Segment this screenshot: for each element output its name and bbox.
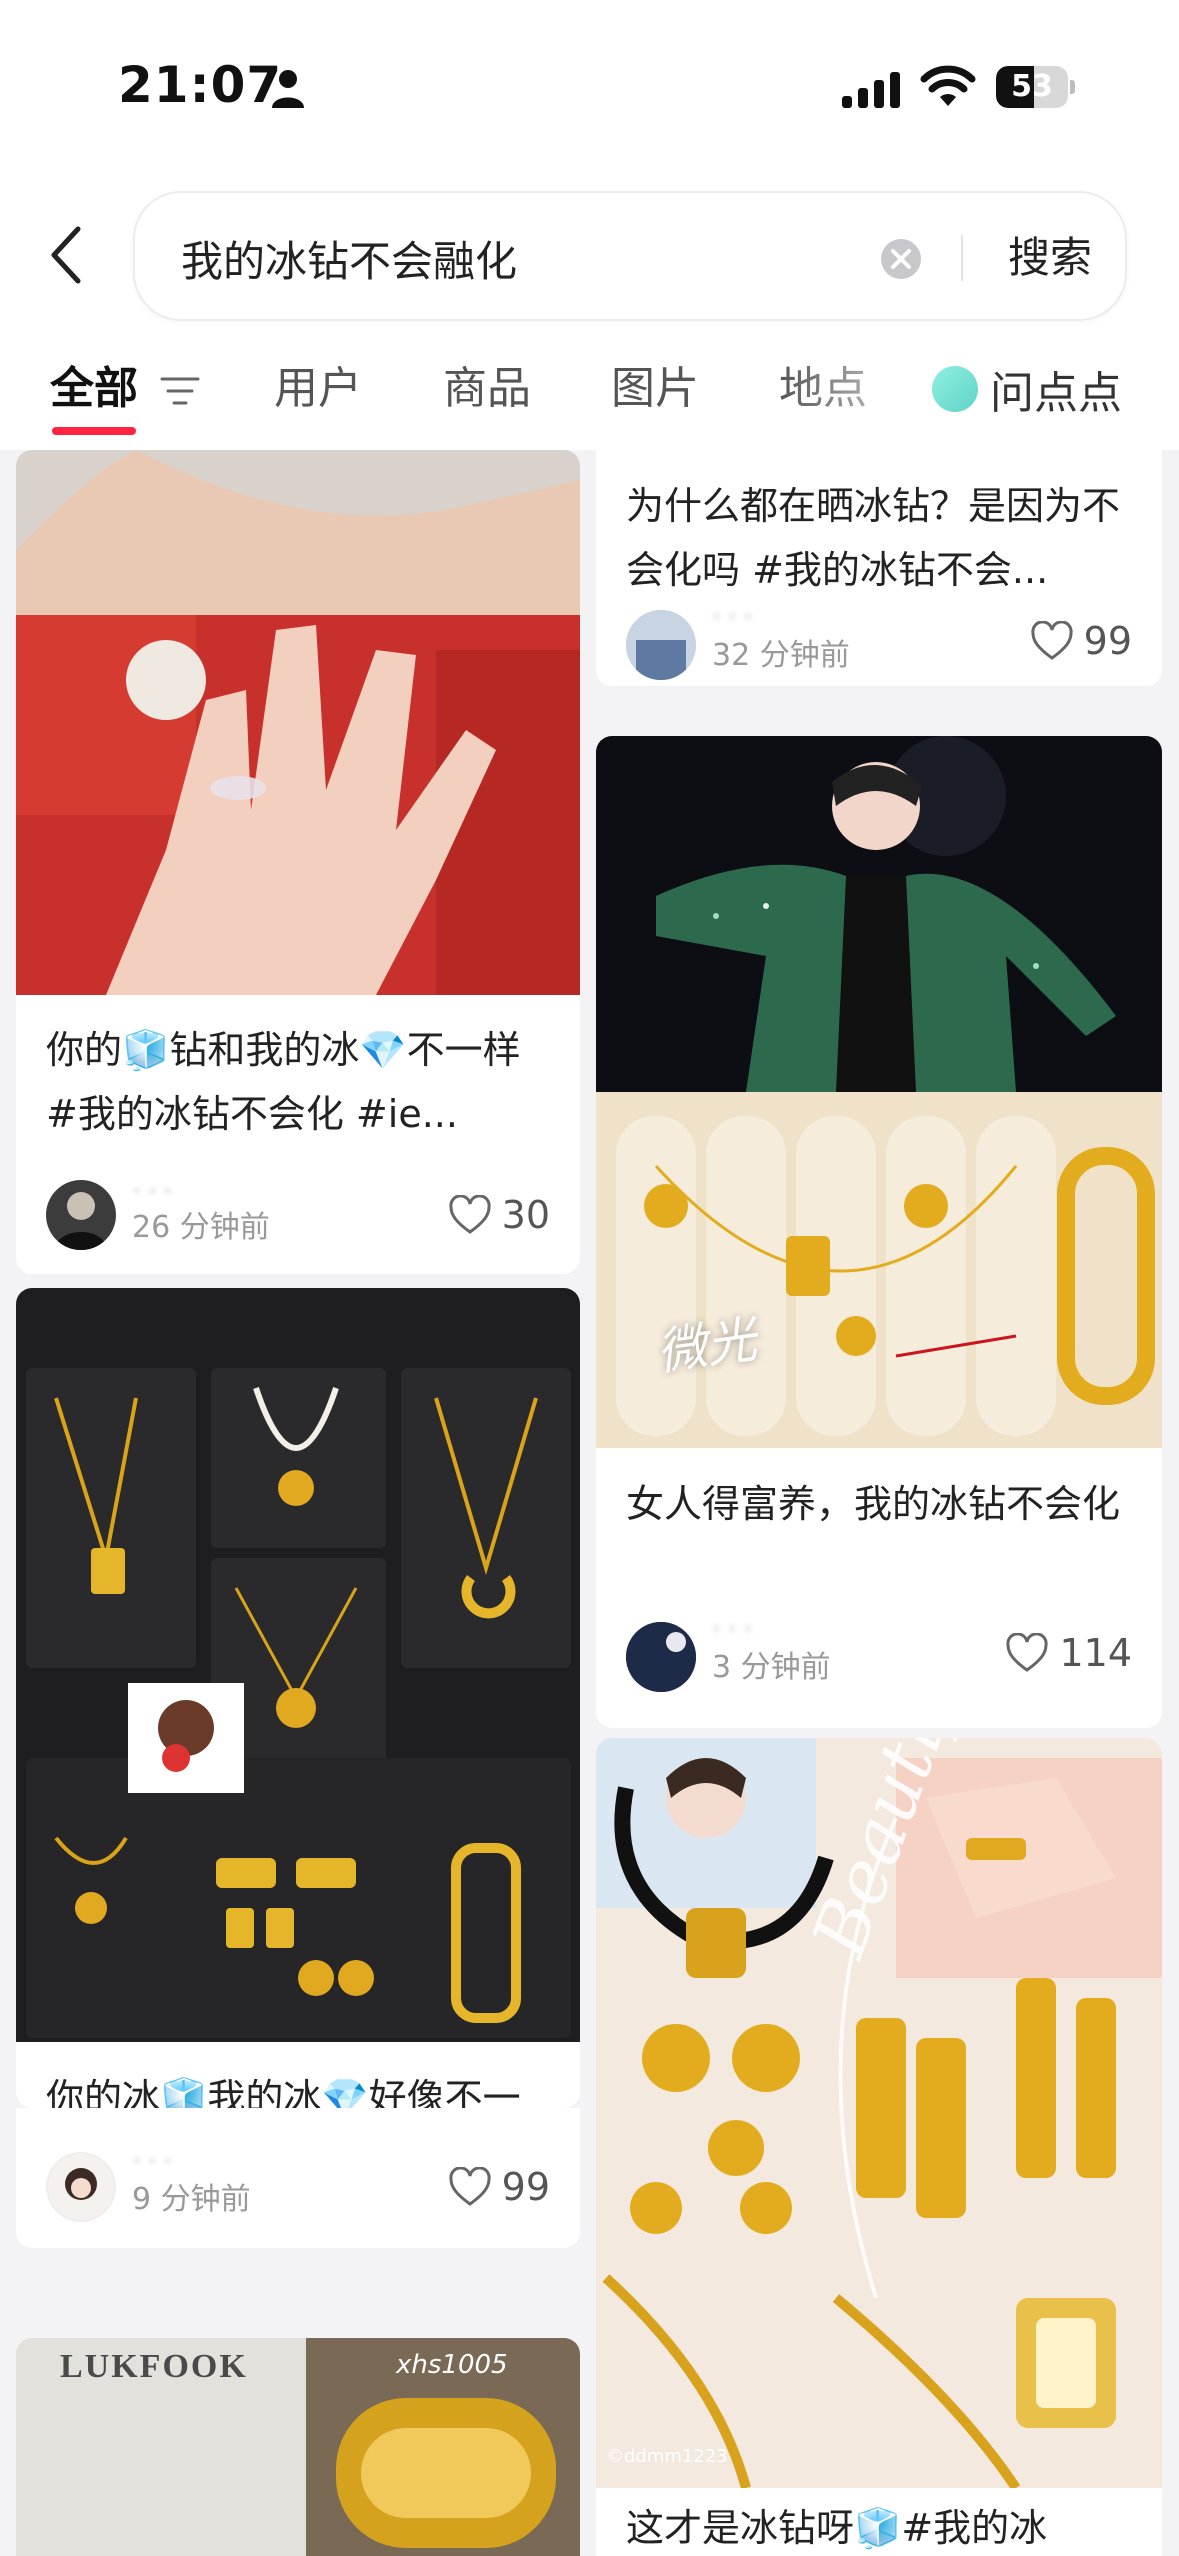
status-bar: 21:07 53 [0, 0, 1179, 175]
heart-icon [1031, 621, 1073, 660]
tab-all[interactable]: 全部 [50, 359, 138, 419]
clear-icon[interactable] [879, 237, 923, 281]
filter-tabs: 全部 用户 商品 图片 地点 问点点 [0, 335, 1179, 450]
wenddd-label: 问点点 [990, 368, 1122, 419]
note-card-footer: ··· 9 分钟前 99 [16, 2108, 580, 2248]
note-card[interactable]: 微光 女人得富养，我的冰钻不会化 ··· 3 分钟前 114 [596, 736, 1162, 1728]
search-button[interactable]: 搜索 [985, 217, 1115, 299]
image-brand-text: LUKFOOK [60, 2348, 248, 2385]
like-button[interactable]: 30 [448, 1190, 550, 1240]
avatar[interactable] [46, 1180, 116, 1250]
battery-percentage: 53 [1011, 69, 1053, 104]
like-count: 30 [501, 1193, 550, 1237]
note-title: 你的冰🧊我的冰💎好像不一样 #我的冰钻不会化 #... [46, 2076, 521, 2108]
post-time: 32 分钟前 [712, 638, 850, 673]
author-name[interactable]: ··· [712, 600, 759, 635]
note-card[interactable]: LUKFOOK xhs1005 [16, 2338, 580, 2556]
search-box[interactable]: 搜索 [133, 191, 1127, 321]
heart-icon [449, 2167, 491, 2206]
image-overlay-text: 微光 [653, 1310, 761, 1382]
avatar[interactable] [626, 1622, 696, 1692]
tab-products[interactable]: 商品 [443, 359, 531, 419]
author-name[interactable]: ··· [712, 1612, 759, 1647]
note-title: 为什么都在晒冰钻？是因为不会化吗 #我的冰钻不会... [626, 484, 1121, 592]
search-results-feed: 你的🧊钻和我的冰💎不一样 #我的冰钻不会化 #ie... ··· 26 分钟前 … [0, 450, 1179, 2556]
like-button[interactable]: 99 [448, 2162, 550, 2212]
search-divider [961, 235, 963, 281]
note-card[interactable]: 你的🧊钻和我的冰💎不一样 #我的冰钻不会化 #ie... ··· 26 分钟前 … [16, 450, 580, 1274]
avatar[interactable] [626, 610, 696, 680]
note-image: 微光 [596, 736, 1162, 1448]
search-header: 搜索 [0, 175, 1179, 335]
back-arrow-icon[interactable] [46, 223, 86, 287]
note-title: 女人得富养，我的冰钻不会化 [626, 1482, 1121, 1526]
post-time: 3 分钟前 [712, 1650, 831, 1685]
person-icon [272, 70, 304, 108]
author-name[interactable]: ··· [132, 1174, 179, 1209]
avatar[interactable] [46, 2152, 116, 2222]
tab-images[interactable]: 图片 [611, 359, 699, 419]
post-time: 9 分钟前 [132, 2182, 251, 2217]
author-name[interactable]: ··· [132, 2144, 179, 2179]
note-title: 你的🧊钻和我的冰💎不一样 #我的冰钻不会化 #ie... [46, 1028, 521, 1136]
like-button[interactable]: 99 [1030, 616, 1132, 666]
cellular-signal-icon [842, 72, 900, 108]
note-image [16, 450, 580, 995]
heart-icon [1006, 1633, 1049, 1672]
note-image [16, 1288, 580, 2042]
like-count: 99 [1083, 619, 1132, 663]
note-card[interactable]: Beautiful Day ©ddmm1223 这才是冰钻呀🧊#我的冰 [596, 1738, 1162, 2556]
image-watermark: xhs1005 [396, 2350, 508, 2380]
battery-indicator: 53 [996, 66, 1075, 108]
wenddd-button[interactable]: 问点点 [932, 359, 1122, 419]
like-count: 114 [1059, 1631, 1132, 1675]
heart-icon [449, 1195, 491, 1234]
note-image: LUKFOOK xhs1005 [16, 2338, 580, 2556]
note-title: 这才是冰钻呀🧊#我的冰 [626, 2506, 1048, 2550]
status-time: 21:07 [118, 56, 283, 114]
image-watermark: ©ddmm1223 [606, 2446, 728, 2467]
wenddd-icon [932, 366, 978, 412]
tab-users[interactable]: 用户 [274, 359, 362, 419]
filter-icon[interactable] [160, 375, 200, 407]
like-button[interactable]: 114 [1005, 1628, 1132, 1678]
tab-places[interactable]: 地点 [779, 359, 867, 419]
tab-active-indicator [52, 427, 136, 435]
post-time: 26 分钟前 [132, 1210, 270, 1245]
note-card[interactable]: 你的冰🧊我的冰💎好像不一样 #我的冰钻不会化 #... [16, 1288, 580, 2108]
note-card[interactable]: 为什么都在晒冰钻？是因为不会化吗 #我的冰钻不会... ··· 32 分钟前 9… [596, 450, 1162, 686]
note-image: Beautiful Day ©ddmm1223 [596, 1738, 1162, 2488]
search-input[interactable] [181, 223, 841, 293]
wifi-icon [920, 65, 976, 106]
like-count: 99 [501, 2165, 550, 2209]
